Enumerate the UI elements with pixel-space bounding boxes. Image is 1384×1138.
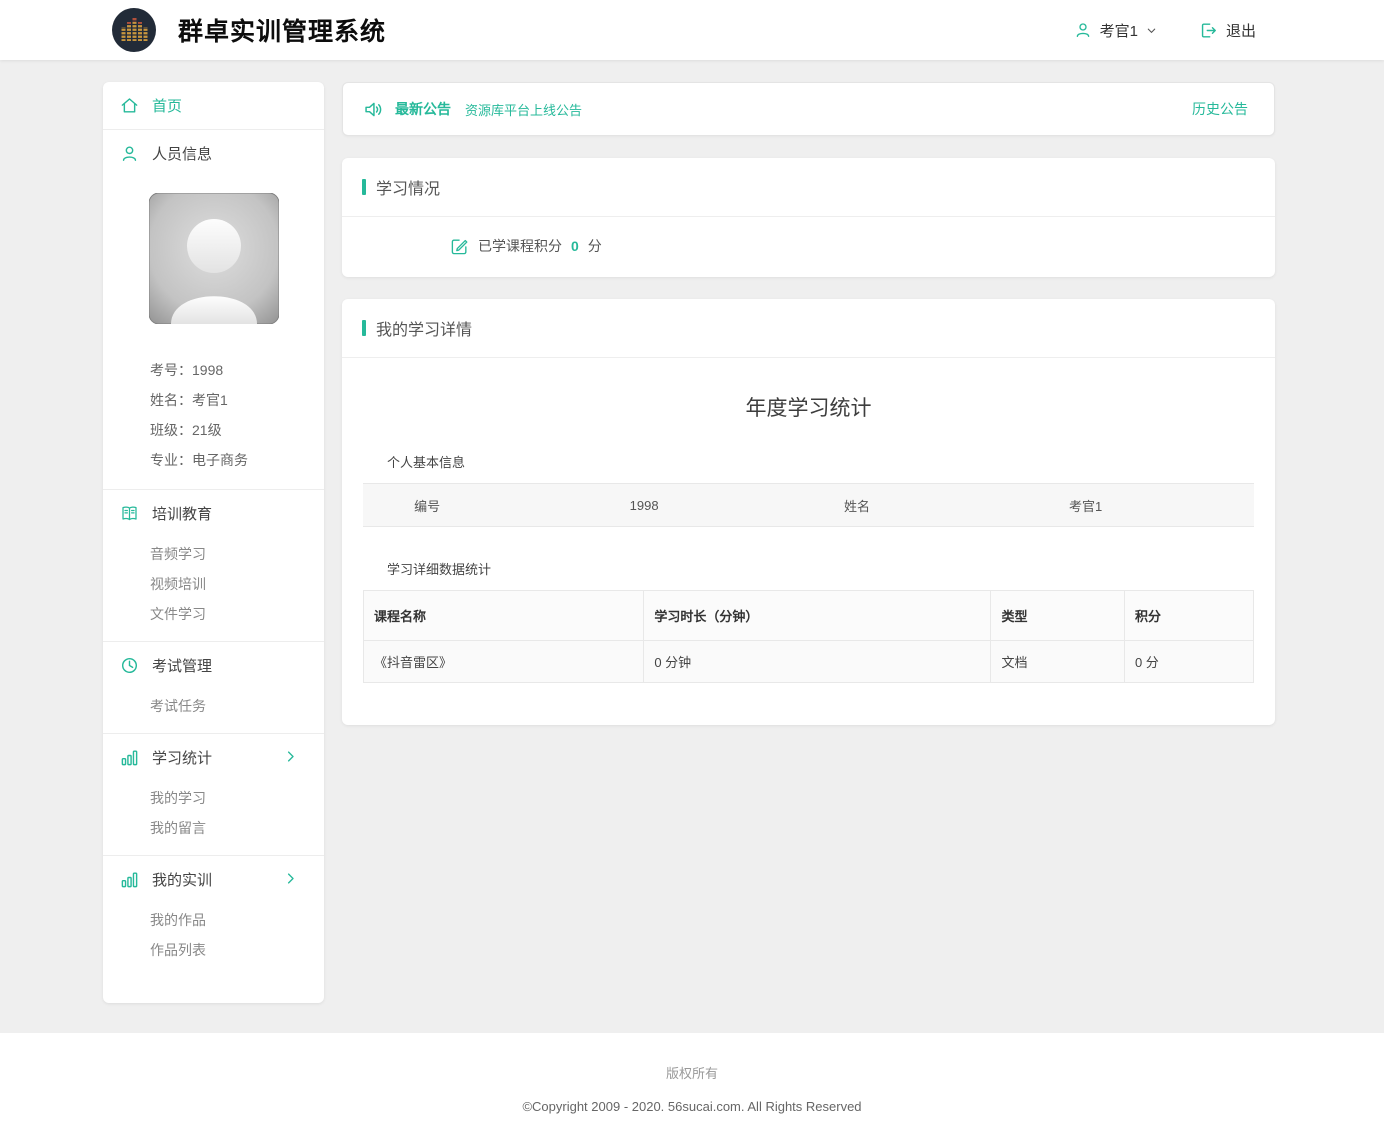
basic-info-label: 个人基本信息	[387, 452, 1254, 471]
study-detail-table: 课程名称 学习时长（分钟） 类型 积分 《抖音雷区》 0 分钟 文档 0 分	[363, 590, 1254, 683]
study-status-card: 学习情况 已学课程积分 0 分	[342, 158, 1275, 277]
sidebar-item-my-study[interactable]: 我的学习	[150, 783, 324, 813]
person-icon	[120, 144, 139, 163]
column-header-duration: 学习时长（分钟）	[644, 591, 991, 641]
latest-announcement-label: 最新公告	[395, 99, 451, 119]
logout-label: 退出	[1226, 20, 1256, 41]
avatar	[149, 193, 279, 329]
table-header-row: 课程名称 学习时长（分钟） 类型 积分	[364, 591, 1254, 641]
study-detail-card: 我的学习详情 年度学习统计 个人基本信息 编号 1998 姓名 考官1 学习详细…	[342, 299, 1275, 725]
sidebar-training-label: 培训教育	[152, 503, 212, 524]
history-announcements-link[interactable]: 历史公告	[1192, 99, 1248, 119]
announcement-bar: 最新公告 资源库平台上线公告 历史公告	[342, 82, 1275, 136]
basic-info-value: 1998	[491, 498, 797, 513]
sidebar-item-study-stats[interactable]: 学习统计	[103, 734, 324, 781]
sidebar-item-audio-study[interactable]: 音频学习	[150, 539, 324, 569]
accent-bar	[362, 179, 366, 195]
sidebar-practice-label: 我的实训	[152, 869, 212, 890]
chevron-right-icon	[283, 749, 298, 764]
sidebar-item-my-practice[interactable]: 我的实训	[103, 856, 324, 903]
study-status-header: 学习情况	[342, 158, 1275, 217]
logout-button[interactable]: 退出	[1199, 20, 1256, 41]
table-row: 《抖音雷区》 0 分钟 文档 0 分	[364, 641, 1254, 683]
sidebar-item-exam-management[interactable]: 考试管理	[103, 642, 324, 689]
app-logo[interactable]	[112, 8, 156, 52]
study-detail-header: 我的学习详情	[342, 299, 1275, 358]
equalizer-logo-icon	[112, 8, 156, 52]
sidebar-item-file-study[interactable]: 文件学习	[150, 599, 324, 629]
sidebar-item-my-works[interactable]: 我的作品	[150, 905, 324, 935]
profile-exam-no: 考号：1998	[150, 355, 324, 385]
bar-chart-icon	[120, 870, 139, 889]
score-unit: 分	[588, 236, 602, 256]
sidebar-item-home[interactable]: 首页	[103, 82, 324, 129]
study-status-body: 已学课程积分 0 分	[342, 217, 1275, 277]
column-header-type: 类型	[991, 591, 1125, 641]
column-header-score: 积分	[1124, 591, 1253, 641]
sidebar-stats-label: 学习统计	[152, 747, 212, 768]
user-menu[interactable]: 考官1	[1074, 20, 1157, 41]
sidebar-item-works-list[interactable]: 作品列表	[150, 935, 324, 965]
score-label: 已学课程积分	[478, 236, 562, 256]
copyright-notice: ©Copyright 2009 - 2020. 56sucai.com. All…	[0, 1099, 1384, 1114]
training-submenu: 音频学习 视频培训 文件学习	[103, 537, 324, 641]
exam-submenu: 考试任务	[103, 689, 324, 733]
logout-icon	[1199, 21, 1218, 40]
basic-info-field: 编号	[363, 496, 491, 515]
sidebar-item-my-messages[interactable]: 我的留言	[150, 813, 324, 843]
study-status-title: 学习情况	[376, 175, 440, 199]
sidebar: 首页 人员信息	[103, 82, 324, 1003]
sidebar-item-training[interactable]: 培训教育	[103, 490, 324, 537]
book-icon	[120, 504, 139, 523]
profile-major: 专业：电子商务	[150, 445, 324, 475]
profile-block: 考号：1998 姓名：考官1 班级：21级 专业：电子商务	[103, 355, 324, 489]
column-header-course: 课程名称	[364, 591, 644, 641]
study-detail-body: 年度学习统计 个人基本信息 编号 1998 姓名 考官1 学习详细数据统计 课程…	[342, 358, 1275, 725]
home-icon	[120, 96, 139, 115]
main-content: 最新公告 资源库平台上线公告 历史公告 学习情况 已学课程积分 0 分	[342, 82, 1275, 725]
header-right: 考官1 退出	[1074, 20, 1256, 41]
sidebar-item-person-info[interactable]: 人员信息	[103, 130, 324, 177]
sidebar-exam-label: 考试管理	[152, 655, 212, 676]
cell-score: 0 分	[1124, 641, 1253, 683]
study-detail-title: 我的学习详情	[376, 316, 472, 340]
stats-submenu: 我的学习 我的留言	[103, 781, 324, 855]
announcement-link[interactable]: 资源库平台上线公告	[465, 100, 582, 119]
avatar-placeholder-image	[149, 193, 279, 324]
clock-icon	[120, 656, 139, 675]
score-value: 0	[571, 238, 579, 254]
footer: 版权所有 ©Copyright 2009 - 2020. 56sucai.com…	[0, 1033, 1384, 1138]
sidebar-item-video-training[interactable]: 视频培训	[150, 569, 324, 599]
basic-info-value: 考官1	[917, 496, 1254, 515]
cell-duration: 0 分钟	[644, 641, 991, 683]
profile-class: 班级：21级	[150, 415, 324, 445]
profile-name: 姓名：考官1	[150, 385, 324, 415]
practice-submenu: 我的作品 作品列表	[103, 903, 324, 977]
detail-table-label: 学习详细数据统计	[387, 559, 1254, 578]
annual-stats-heading: 年度学习统计	[363, 358, 1254, 452]
user-icon	[1074, 21, 1092, 39]
edit-icon	[450, 237, 469, 256]
chevron-down-icon	[1146, 25, 1157, 36]
accent-bar	[362, 320, 366, 336]
sidebar-item-exam-task[interactable]: 考试任务	[150, 691, 324, 721]
cell-type: 文档	[991, 641, 1125, 683]
cell-course-name: 《抖音雷区》	[364, 641, 644, 683]
copyright-owner: 版权所有	[0, 1063, 1384, 1082]
chevron-right-icon	[283, 871, 298, 886]
basic-info-field: 姓名	[797, 496, 917, 515]
bar-chart-icon	[120, 748, 139, 767]
sidebar-home-label: 首页	[152, 95, 182, 116]
username: 考官1	[1100, 20, 1138, 41]
app-title: 群卓实训管理系统	[178, 12, 386, 48]
basic-info-row: 编号 1998 姓名 考官1	[363, 483, 1254, 527]
page-body: 首页 人员信息	[0, 60, 1384, 1033]
speaker-icon	[363, 99, 384, 120]
header: 群卓实训管理系统 考官1 退出	[0, 0, 1384, 60]
sidebar-person-label: 人员信息	[152, 143, 212, 164]
